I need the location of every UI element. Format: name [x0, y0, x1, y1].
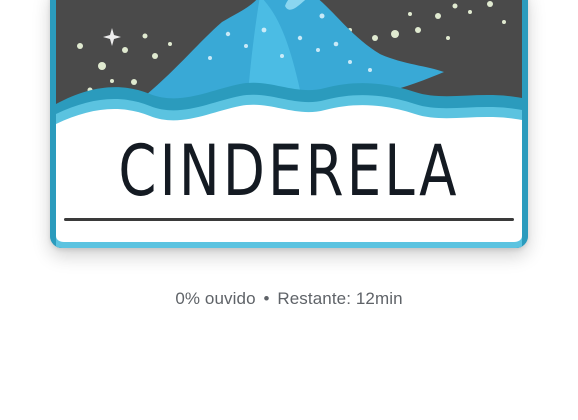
listening-status: 0% ouvido • Restante: 12min [0, 289, 578, 309]
time-remaining: Restante: 12min [277, 289, 403, 308]
listening-progress-bar [64, 218, 514, 221]
book-title: CINDERELA [118, 130, 460, 212]
heard-percentage: 0% ouvido [175, 289, 256, 308]
status-separator: • [263, 289, 270, 308]
audiobook-screen: CINDERELA 0% ouvido • Restante: 12min [0, 0, 578, 420]
book-cover[interactable]: CINDERELA [50, 0, 528, 248]
